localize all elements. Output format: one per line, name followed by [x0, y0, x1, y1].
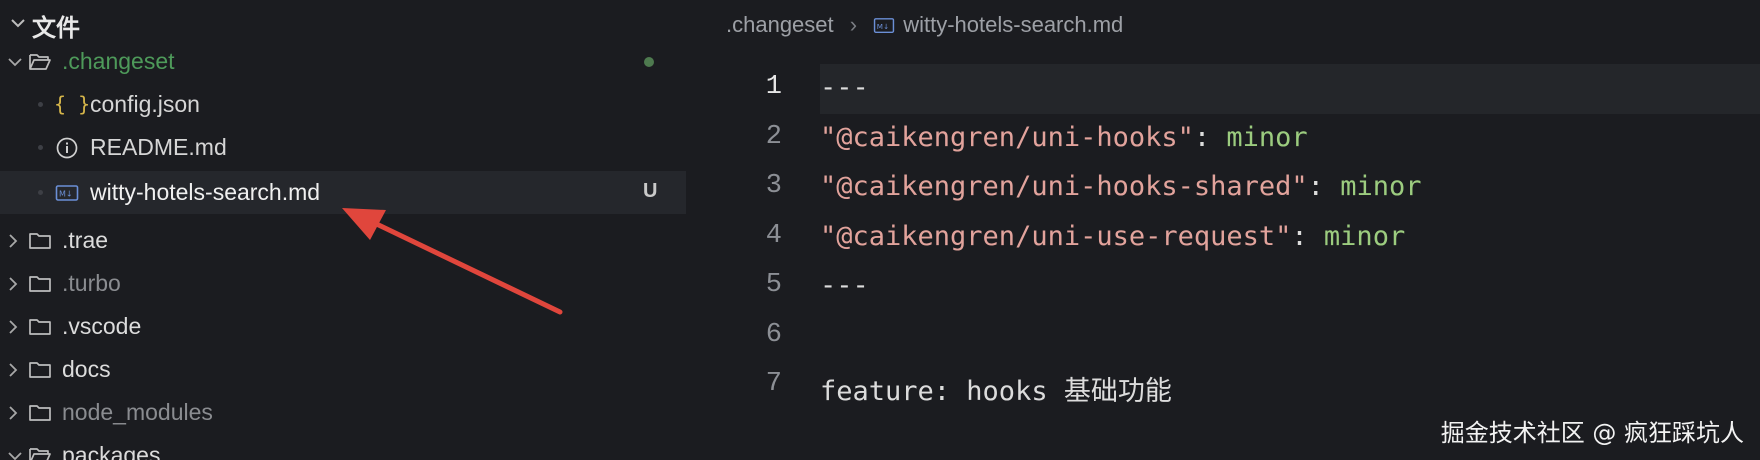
- code-line[interactable]: 6: [686, 312, 1760, 362]
- tree-item-label: .trae: [62, 227, 109, 253]
- chevron-right-icon: [9, 320, 18, 334]
- folder-open-icon: [29, 448, 51, 460]
- line-number: 1: [765, 72, 782, 102]
- tree-item-changeset[interactable]: .changeset: [0, 40, 686, 83]
- folder-icon: [29, 362, 51, 378]
- svg-text:M↓: M↓: [59, 190, 73, 199]
- code-line[interactable]: 4 "@caikengren/uni-use-request": minor: [686, 213, 1760, 263]
- line-number: 3: [765, 171, 782, 201]
- tree-item-label: node_modules: [62, 399, 213, 425]
- tree-item-label: .vscode: [62, 313, 142, 339]
- tree-item-label: .changeset: [62, 48, 175, 74]
- json-icon: { }: [54, 92, 91, 116]
- breadcrumb-folder[interactable]: .changeset: [726, 12, 834, 37]
- breadcrumb: .changeset › M↓ witty-hotels-search.md: [726, 12, 1123, 38]
- chevron-down-icon: [8, 452, 22, 460]
- folder-open-icon: [29, 54, 51, 70]
- tree-item-readme[interactable]: README.md: [0, 126, 686, 169]
- code-line[interactable]: 5 ---: [686, 262, 1760, 312]
- tree-item-node-modules[interactable]: node_modules: [0, 391, 686, 434]
- tree-item-config-json[interactable]: { } config.json: [0, 83, 686, 126]
- breadcrumb-file[interactable]: witty-hotels-search.md: [903, 12, 1123, 37]
- git-modified-dot: [644, 57, 654, 67]
- text-token: :: [1307, 171, 1341, 202]
- text-token: :: [1291, 220, 1324, 252]
- git-untracked-badge: U: [643, 180, 658, 202]
- line-content: feature: hooks 基础功能: [820, 369, 1172, 408]
- text-token: feature: hooks 基础功能: [820, 376, 1172, 407]
- chevron-right-icon: [9, 277, 18, 291]
- chevron-right-icon: [9, 234, 18, 248]
- text-token: :: [1193, 121, 1227, 153]
- line-number: 5: [765, 270, 782, 300]
- tree-item-label: config.json: [90, 91, 200, 117]
- breadcrumb-separator-icon: ›: [849, 12, 858, 37]
- tree-item-label: README.md: [90, 134, 227, 160]
- line-content: ---: [820, 72, 869, 103]
- code-editor[interactable]: .changeset › M↓ witty-hotels-search.md 1…: [686, 0, 1760, 460]
- indent-marker: [38, 145, 43, 150]
- annotation-arrow: [342, 208, 563, 315]
- folder-icon: [29, 233, 51, 249]
- line-number: 4: [765, 220, 782, 251]
- current-line-highlight: [820, 64, 1760, 114]
- tree-item-docs[interactable]: docs: [0, 348, 686, 391]
- explorer-title: 文件: [32, 14, 80, 42]
- markdown-icon: M↓: [874, 18, 895, 34]
- info-icon: [56, 137, 78, 159]
- line-content: ---: [820, 270, 869, 301]
- folder-icon: [29, 276, 51, 292]
- code-line[interactable]: 3 "@caikengren/uni-hooks-shared": minor: [686, 163, 1760, 213]
- watermark: 掘金技术社区 @ 疯狂踩坑人: [1440, 419, 1744, 447]
- value-token: minor: [1323, 220, 1406, 252]
- string-token: "@caikengren/uni-hooks-shared": [820, 171, 1308, 202]
- line-number: 2: [765, 121, 782, 152]
- line-content: "@caikengren/uni-hooks-shared": minor: [820, 171, 1421, 202]
- string-token: "@caikengren/uni-hooks": [820, 121, 1194, 153]
- text-token: ---: [820, 72, 869, 103]
- string-token: "@caikengren/uni-use-request": [820, 220, 1292, 252]
- text-token: ---: [820, 270, 869, 301]
- tree-item-label: .turbo: [62, 270, 121, 296]
- code-line[interactable]: 1 ---: [686, 64, 1760, 114]
- chevron-down-icon: [8, 58, 22, 67]
- folder-icon: [29, 405, 51, 421]
- folder-icon: [29, 319, 51, 335]
- code-line[interactable]: 2 "@caikengren/uni-hooks": minor: [686, 114, 1760, 164]
- file-explorer: 文件 .changeset { } config.json README.md …: [0, 0, 686, 460]
- line-number: 6: [765, 319, 782, 350]
- tree-item-label: docs: [62, 356, 111, 382]
- line-content: "@caikengren/uni-use-request": minor: [820, 221, 1405, 252]
- markdown-icon: M↓: [55, 185, 79, 201]
- indent-marker: [38, 102, 43, 107]
- indent-marker: [38, 190, 43, 195]
- tree-item-packages[interactable]: packages: [0, 434, 686, 460]
- value-token: minor: [1340, 171, 1422, 202]
- chevron-down-icon: [11, 19, 25, 28]
- svg-text:M↓: M↓: [877, 22, 889, 31]
- line-number: 7: [765, 369, 782, 399]
- value-token: minor: [1226, 121, 1308, 153]
- code-line[interactable]: 7 feature: hooks 基础功能: [686, 361, 1760, 411]
- tree-item-label: witty-hotels-search.md: [90, 179, 321, 205]
- chevron-right-icon: [9, 363, 18, 377]
- tree-item-label: packages: [62, 442, 161, 460]
- chevron-right-icon: [9, 406, 18, 420]
- line-content: "@caikengren/uni-hooks": minor: [820, 122, 1308, 153]
